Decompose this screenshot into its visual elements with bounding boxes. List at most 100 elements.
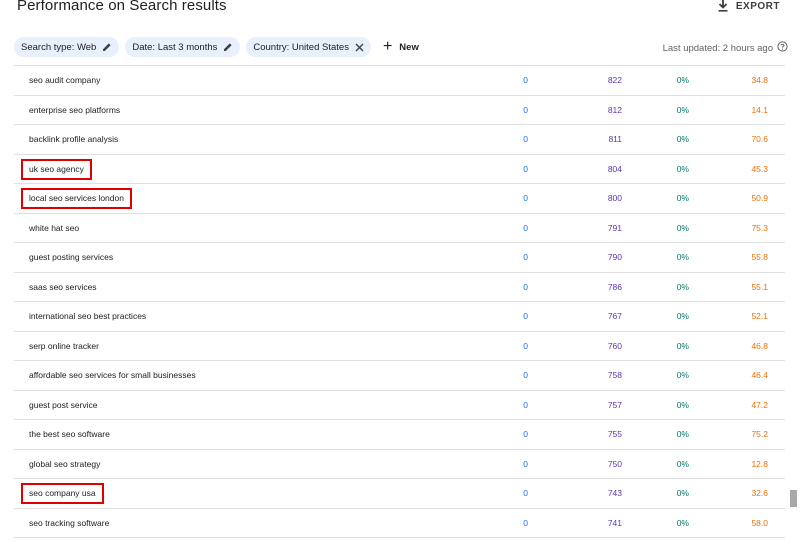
impressions-cell: 812: [607, 104, 622, 115]
query-text: guest posting services: [29, 252, 114, 263]
query-text: affordable seo services for small busine…: [29, 370, 196, 381]
position-cell: 32.6: [751, 488, 768, 499]
table-row[interactable]: guest post service 0 757 0% 47.2: [14, 391, 785, 420]
position-cell: 75.2: [751, 429, 768, 440]
ctr-cell: 0%: [676, 429, 689, 440]
ctr-cell: 0%: [676, 252, 689, 263]
ctr-cell: 0%: [676, 488, 689, 499]
clicks-cell: 0: [523, 458, 528, 469]
query-cell: seo tracking software: [29, 509, 109, 538]
query-text: enterprise seo platforms: [29, 104, 121, 115]
impressions-cell: 790: [607, 252, 622, 263]
chip-label: Search type: Web: [21, 41, 97, 53]
ctr-cell: 0%: [676, 370, 689, 381]
table-row[interactable]: global seo strategy 0 750 0% 12.8: [14, 450, 785, 479]
table-row[interactable]: serp online tracker 0 760 0% 46.8: [14, 332, 785, 361]
impressions-cell: 750: [607, 458, 622, 469]
position-cell: 58.0: [751, 517, 768, 528]
impressions-cell: 822: [607, 75, 622, 86]
last-updated: Last updated: 2 hours ago: [663, 41, 788, 55]
filter-chip-date[interactable]: Date: Last 3 months: [125, 37, 241, 57]
position-cell: 34.8: [751, 75, 768, 86]
ctr-cell: 0%: [676, 104, 689, 115]
query-text: seo audit company: [29, 75, 101, 86]
close-icon[interactable]: [355, 43, 364, 52]
impressions-cell: 800: [607, 193, 622, 204]
filter-chip-country[interactable]: Country: United States: [246, 37, 371, 57]
highlight-box: [21, 483, 104, 504]
ctr-cell: 0%: [676, 458, 689, 469]
query-cell: affordable seo services for small busine…: [29, 361, 196, 390]
impressions-cell: 767: [607, 311, 622, 322]
position-cell: 52.1: [751, 311, 768, 322]
table-row[interactable]: uk seo agency 0 804 0% 45.3: [14, 155, 785, 184]
impressions-cell: 811: [608, 134, 622, 145]
table-row[interactable]: enterprise seo platforms 0 812 0% 14.1: [14, 96, 785, 125]
chip-label: Country: United States: [253, 41, 349, 53]
table-row[interactable]: guest posting services 0 790 0% 55.8: [14, 243, 785, 273]
filter-chip-search-type[interactable]: Search type: Web: [14, 37, 120, 57]
ctr-cell: 0%: [676, 134, 689, 145]
plus-icon: +: [382, 38, 393, 55]
table-row[interactable]: saas seo services 0 786 0% 55.1: [14, 273, 785, 302]
query-cell: guest posting services: [29, 243, 113, 272]
pencil-icon[interactable]: [223, 42, 233, 52]
impressions-cell: 755: [607, 429, 622, 440]
clicks-cell: 0: [523, 134, 528, 145]
scrollbar[interactable]: [788, 65, 800, 548]
queries-table: seo audit company 0 822 0% 34.8 enterprise se…: [14, 65, 785, 538]
impressions-cell: 758: [607, 370, 622, 381]
position-cell: 47.2: [751, 399, 768, 410]
table-row[interactable]: the best seo software 0 755 0% 75.2: [14, 420, 785, 450]
scrollbar-thumb[interactable]: [790, 490, 797, 507]
position-cell: 14.1: [751, 104, 768, 115]
clicks-cell: 0: [523, 222, 528, 233]
query-cell: backlink profile analysis: [29, 125, 118, 154]
help-icon[interactable]: [777, 41, 788, 55]
position-cell: 46.4: [751, 370, 768, 381]
pencil-icon[interactable]: [102, 42, 112, 52]
query-cell: local seo services london: [21, 184, 132, 213]
query-text: saas seo services: [29, 281, 97, 292]
table-row[interactable]: international seo best practices 0 767 0% 52…: [14, 302, 785, 332]
new-label: New: [399, 41, 419, 53]
ctr-cell: 0%: [676, 281, 689, 292]
query-cell: serp online tracker: [29, 332, 99, 361]
table-row[interactable]: local seo services london 0 800 0% 50.9: [14, 184, 785, 214]
clicks-cell: 0: [523, 488, 528, 499]
export-button[interactable]: EXPORT: [718, 0, 780, 12]
clicks-cell: 0: [523, 311, 528, 322]
table-row[interactable]: seo company usa 0 743 0% 32.6: [14, 479, 785, 509]
query-text: serp online tracker: [29, 340, 99, 351]
query-cell: international seo best practices: [29, 302, 146, 331]
filter-bar: Search type: Web Date: Last 3 months Cou…: [14, 37, 419, 57]
table-row[interactable]: backlink profile analysis 0 811 0% 70.6: [14, 125, 785, 155]
query-cell: global seo strategy: [29, 450, 100, 479]
ctr-cell: 0%: [676, 399, 689, 410]
table-row[interactable]: affordable seo services for small busine…: [14, 361, 785, 391]
query-cell: seo company usa: [21, 479, 104, 508]
ctr-cell: 0%: [676, 222, 689, 233]
impressions-cell: 804: [607, 163, 622, 174]
header: Performance on Search results EXPORT: [0, 0, 800, 30]
last-updated-text: Last updated: 2 hours ago: [662, 42, 773, 54]
ctr-cell: 0%: [676, 340, 689, 351]
table-row[interactable]: seo audit company 0 822 0% 34.8: [14, 66, 785, 96]
impressions-cell: 760: [607, 340, 622, 351]
position-cell: 46.8: [751, 340, 768, 351]
new-filter-button[interactable]: + New: [383, 37, 419, 57]
impressions-cell: 741: [607, 517, 622, 528]
clicks-cell: 0: [523, 429, 528, 440]
highlight-box: [21, 188, 132, 209]
clicks-cell: 0: [523, 104, 528, 115]
table-row[interactable]: white hat seo 0 791 0% 75.3: [14, 214, 785, 243]
table-row[interactable]: seo tracking software 0 741 0% 58.0: [14, 509, 785, 538]
clicks-cell: 0: [523, 370, 528, 381]
impressions-cell: 786: [607, 281, 622, 292]
query-cell: white hat seo: [29, 214, 79, 243]
clicks-cell: 0: [523, 163, 528, 174]
query-cell: saas seo services: [29, 273, 97, 302]
position-cell: 50.9: [751, 193, 768, 204]
query-cell: the best seo software: [29, 420, 110, 449]
clicks-cell: 0: [523, 340, 528, 351]
